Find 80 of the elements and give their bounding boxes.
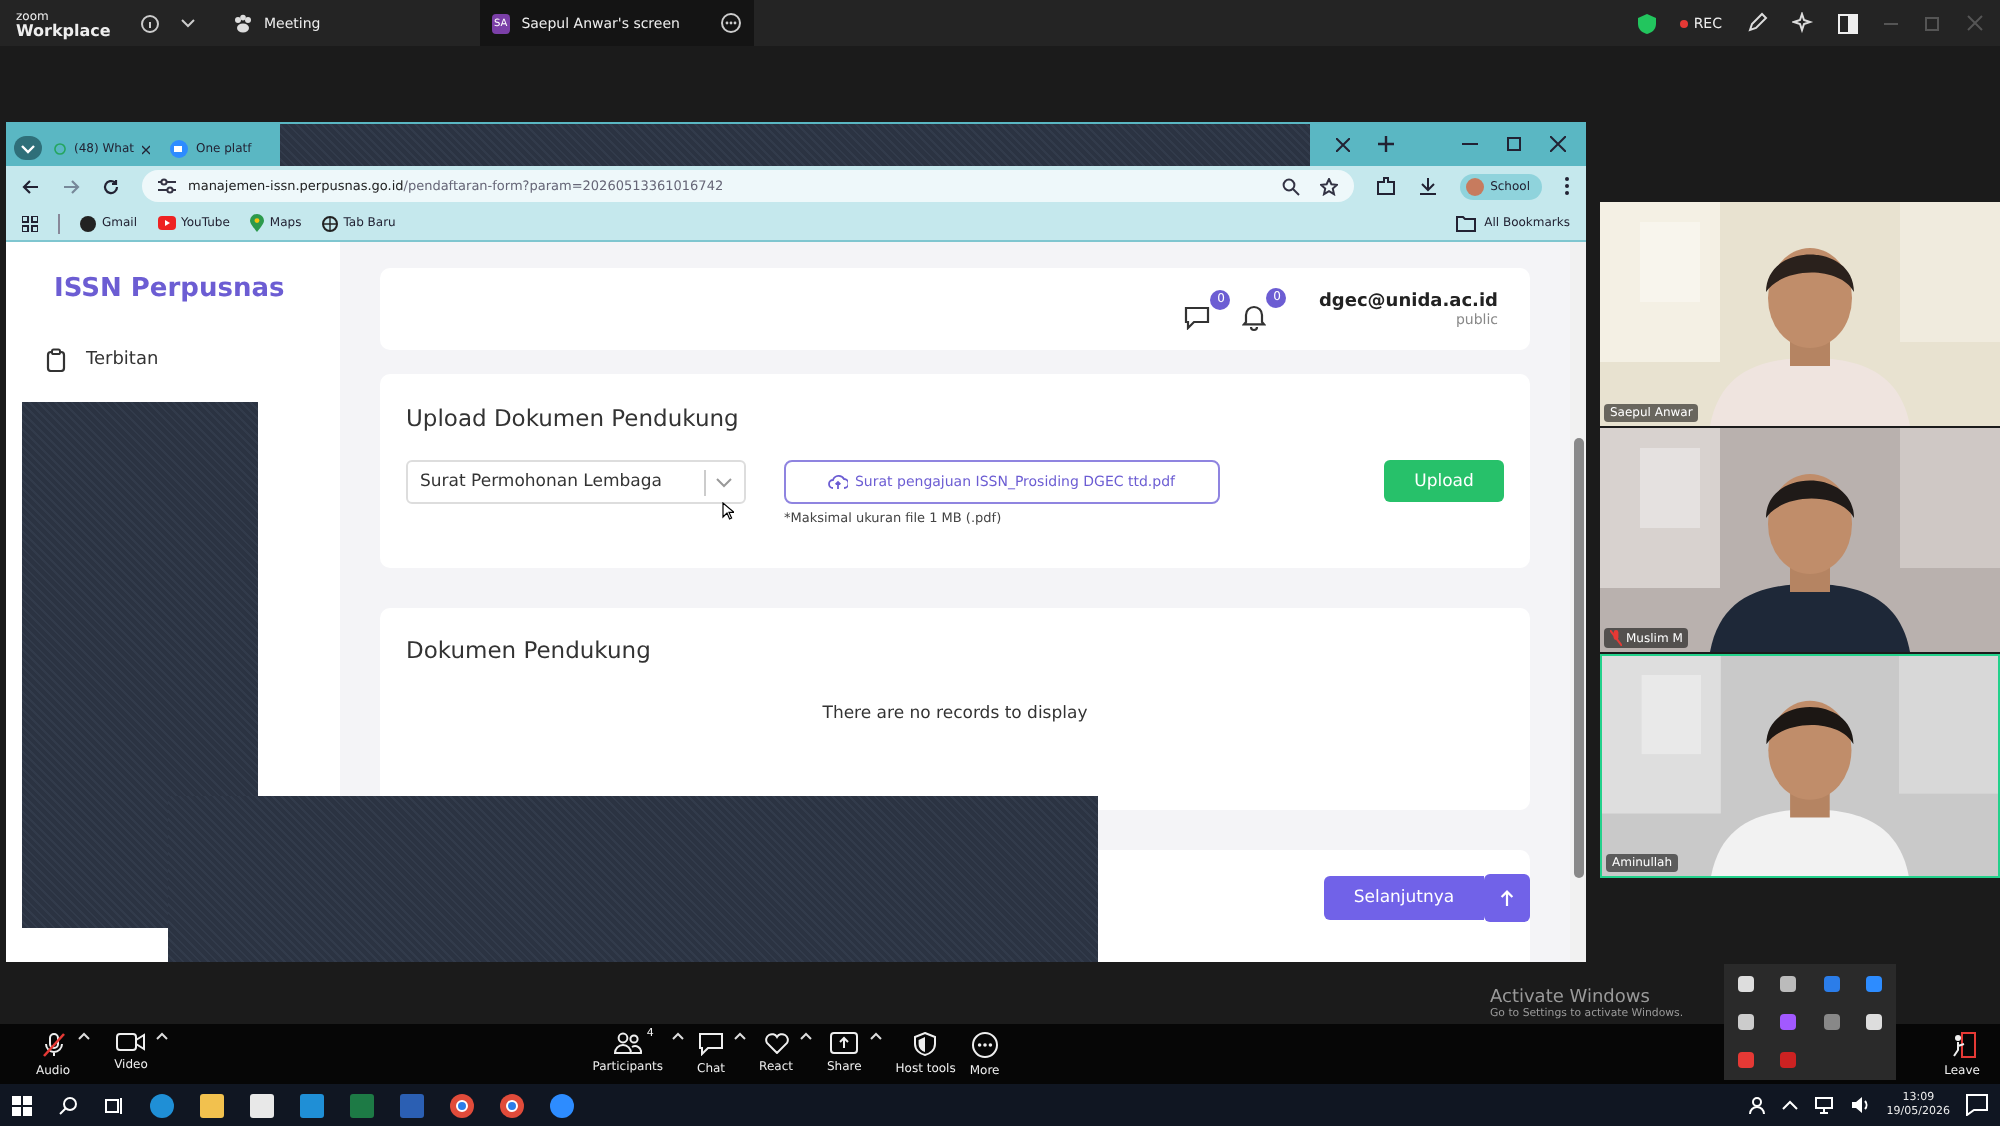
heart-icon xyxy=(763,1031,789,1053)
muted-mic-icon xyxy=(39,1031,68,1057)
site-settings-icon[interactable] xyxy=(158,178,176,194)
clipboard-icon xyxy=(46,348,66,372)
network-icon[interactable] xyxy=(1814,1096,1835,1114)
chevron-down-icon xyxy=(716,477,732,487)
card-title: Dokumen Pendukung xyxy=(406,636,653,664)
search-icon[interactable] xyxy=(58,1095,78,1115)
caret-icon[interactable] xyxy=(800,1031,813,1039)
caret-icon[interactable] xyxy=(180,17,196,29)
close-icon[interactable] xyxy=(142,143,150,155)
caret-icon[interactable] xyxy=(78,1031,91,1039)
reload-icon[interactable] xyxy=(102,177,120,195)
zoom-icon[interactable] xyxy=(1282,177,1301,195)
camera-icon xyxy=(170,140,188,158)
tab-search-icon[interactable] xyxy=(14,136,42,160)
tray-app-icon[interactable] xyxy=(1737,975,1754,992)
empty-message: There are no records to display xyxy=(820,704,1090,724)
chat-bubble-icon xyxy=(54,140,66,158)
site-logo[interactable]: ISSN Perpusnas xyxy=(6,274,340,304)
mouse-cursor-icon xyxy=(722,502,734,520)
menu-icon[interactable] xyxy=(1564,176,1570,196)
card-title: Upload Dokumen Pendukung xyxy=(406,404,741,432)
paw-icon xyxy=(232,13,254,33)
chevron-up-icon[interactable] xyxy=(1782,1100,1799,1110)
new-tab-icon[interactable] xyxy=(1378,136,1394,152)
info-icon[interactable] xyxy=(140,13,160,33)
volume-icon[interactable] xyxy=(1850,1096,1871,1114)
caret-icon[interactable] xyxy=(155,1031,168,1039)
people-icon xyxy=(613,1031,642,1053)
back-icon[interactable] xyxy=(22,177,40,195)
user-email[interactable]: dgec@unida.ac.id xyxy=(1318,291,1498,311)
chat-icon xyxy=(698,1031,725,1055)
bell-icon xyxy=(1243,304,1267,330)
document-type-select[interactable]: Surat Permohonan Lembaga xyxy=(406,460,746,504)
apps-grid-icon[interactable] xyxy=(22,215,38,231)
notification-icon[interactable] xyxy=(1966,1094,1988,1116)
tray-app-icon[interactable] xyxy=(1780,975,1797,992)
shield-icon[interactable] xyxy=(1637,13,1656,33)
app-icon[interactable] xyxy=(450,1093,474,1117)
panel-icon[interactable] xyxy=(1838,13,1858,33)
scroll-top-button[interactable] xyxy=(1484,874,1530,922)
scrollbar[interactable] xyxy=(1570,242,1586,962)
app-icon[interactable] xyxy=(200,1093,224,1117)
extensions-icon[interactable] xyxy=(1376,176,1397,196)
tray-app-icon[interactable] xyxy=(1866,975,1883,992)
close-icon[interactable] xyxy=(1550,136,1566,152)
map-pin-icon xyxy=(249,214,264,232)
app-icon[interactable] xyxy=(250,1093,274,1117)
restore-icon[interactable] xyxy=(1506,136,1522,152)
people-icon[interactable] xyxy=(1748,1096,1767,1114)
caret-icon[interactable] xyxy=(869,1031,882,1039)
activation-notice: Activate Windows xyxy=(1490,988,1650,1008)
cloud-upload-icon xyxy=(828,474,849,490)
arrow-up-icon xyxy=(1500,890,1514,906)
next-button[interactable]: Selanjutnya xyxy=(1324,876,1484,920)
download-icon[interactable] xyxy=(1418,176,1439,196)
chat-icon xyxy=(1184,305,1211,329)
sparkle-icon[interactable] xyxy=(1792,12,1814,34)
tray-app-icon[interactable] xyxy=(1866,1013,1883,1030)
caret-icon[interactable] xyxy=(733,1031,746,1039)
more-icon[interactable] xyxy=(720,12,742,34)
video-camera-icon xyxy=(115,1031,146,1051)
app-icon[interactable] xyxy=(500,1093,524,1117)
play-icon xyxy=(157,216,176,230)
start-icon[interactable] xyxy=(12,1095,32,1115)
tray-app-icon[interactable] xyxy=(1737,1013,1754,1030)
close-icon[interactable] xyxy=(1336,137,1350,151)
shield-icon xyxy=(914,1031,937,1055)
pen-icon[interactable] xyxy=(1746,12,1768,34)
folder-icon xyxy=(1456,215,1477,231)
sidebar-item[interactable]: Terbitan xyxy=(6,348,340,372)
star-icon[interactable] xyxy=(1320,177,1339,195)
avatar-icon xyxy=(1466,177,1485,195)
more-icon xyxy=(971,1031,998,1057)
share-screen-icon xyxy=(830,1031,859,1053)
caret-icon[interactable] xyxy=(671,1031,684,1039)
exit-icon xyxy=(1949,1031,1976,1057)
forward-icon[interactable] xyxy=(62,177,80,195)
task-view-icon[interactable] xyxy=(104,1095,124,1115)
